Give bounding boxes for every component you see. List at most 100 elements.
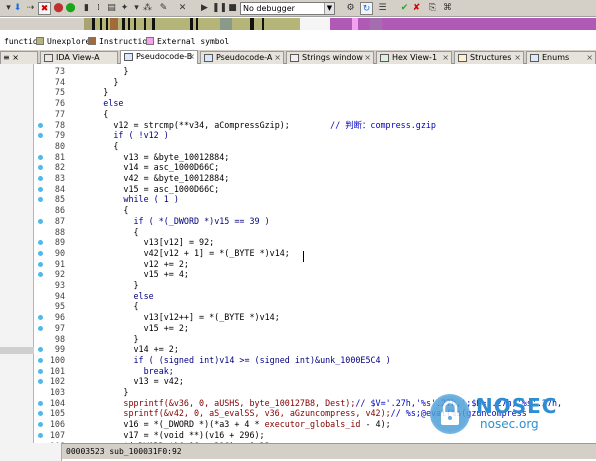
export-icon[interactable]: ⎘	[426, 2, 439, 15]
line-number: 73	[54, 66, 65, 76]
close-icon[interactable]: ×	[188, 51, 195, 63]
code-line[interactable]: 94 else	[43, 291, 596, 302]
list-icon[interactable]: ☰	[376, 2, 389, 15]
close-icon[interactable]: ×	[274, 52, 281, 64]
arrow-right-icon[interactable]: ⇢	[24, 2, 37, 15]
code-line[interactable]: 97 v15 += 2;	[43, 323, 596, 334]
navigation-band[interactable]	[0, 18, 596, 30]
line-number: 103	[49, 387, 65, 397]
graph-icon[interactable]: ⌘	[441, 2, 454, 15]
line-number: 74	[54, 76, 65, 87]
line-number: 100	[49, 354, 65, 365]
close-icon[interactable]: ×	[514, 52, 521, 64]
debugger-select[interactable]: No debugger ▼	[240, 2, 335, 15]
line-number: 76	[54, 98, 65, 109]
code-line[interactable]: 101 break;	[43, 366, 596, 377]
debug-options-icon[interactable]: ⚙	[344, 2, 357, 15]
code-line[interactable]: 95 {	[43, 301, 596, 312]
status-bar: 00003523 sub_100031F0:92	[62, 443, 596, 459]
code-line[interactable]: 84 v15 = asc_1000D66C;	[43, 184, 596, 195]
code-token: v13 = v42;	[133, 376, 184, 387]
breakpoint-gutter[interactable]	[35, 64, 43, 460]
line-number: 78	[54, 119, 65, 130]
stop-icon[interactable]: ✖	[38, 2, 51, 15]
code-line[interactable]: 98 }	[43, 334, 596, 345]
close-x-icon[interactable]: ✕	[176, 2, 189, 15]
tab-ida-view-a[interactable]: IDA View-A	[40, 51, 118, 64]
code-line[interactable]: 87 if ( *(_DWORD *)v15 == 39 )	[43, 216, 596, 227]
tab-enums[interactable]: Enums ×	[526, 51, 596, 64]
play-icon[interactable]: ▶	[198, 2, 211, 15]
code-line[interactable]: 74 }	[43, 77, 596, 88]
code-token: // 判断：compress.gzip	[330, 119, 436, 130]
code-line[interactable]: 85 while ( 1 )	[43, 194, 596, 205]
close-icon[interactable]: ×	[442, 52, 449, 64]
structures-icon	[458, 54, 467, 62]
line-number: 75	[54, 87, 65, 98]
code-line[interactable]: 102 v13 = v42;	[43, 376, 596, 387]
pseudocode-view[interactable]: 73 } 74 } 75 } 76 else 77 {78 v12 = strcmp(*…	[43, 64, 596, 443]
chart-icon[interactable]: ▤	[105, 2, 118, 15]
code-line[interactable]: 86 {	[43, 205, 596, 216]
status-left-panel	[0, 443, 62, 461]
code-line[interactable]: 93 }	[43, 280, 596, 291]
code-line[interactable]: 73 }	[43, 66, 596, 77]
code-line[interactable]: 81 v13 = &byte_10012884;	[43, 152, 596, 163]
code-line[interactable]: 88 {	[43, 227, 596, 238]
code-line[interactable]: 90 v42[v12 + 1] = *(_BYTE *)v14;	[43, 248, 596, 259]
pin-icon[interactable]: ✎	[157, 2, 170, 15]
code-token: v15 += 2;	[143, 322, 189, 333]
code-line[interactable]: 91 v12 += 2;	[43, 259, 596, 270]
stripes-icon[interactable]: ⁞	[92, 2, 105, 15]
selected-row[interactable]	[0, 347, 34, 354]
watermark-brand: NOSEC	[476, 394, 558, 418]
code-token: while ( 1 )	[123, 194, 179, 205]
close-icon[interactable]: ×	[364, 52, 371, 64]
node-icon[interactable]: ⁂	[141, 2, 154, 15]
tab-label: Pseudocode-A	[216, 53, 273, 62]
functions-panel[interactable]	[0, 64, 34, 443]
tab-pseudocode-b[interactable]: Pseudocode-B ×	[120, 50, 198, 64]
line-number: 95	[54, 301, 65, 312]
tab-strings-window[interactable]: Strings window ×	[286, 51, 374, 64]
code-token: }	[123, 387, 129, 397]
tab-overflow[interactable]: ≡ ×	[0, 51, 38, 64]
code-line[interactable]: 82 v14 = asc_1000D66C;	[43, 162, 596, 173]
cancel-icon[interactable]: ✘	[410, 2, 423, 15]
code-line[interactable]: 99 v14 += 2;	[43, 344, 596, 355]
code-line[interactable]: 96 v13[v12++] = *(_BYTE *)v14;	[43, 312, 596, 323]
code-line[interactable]: 100 if ( (signed int)v14 >= (signed int)…	[43, 355, 596, 366]
tab-structures[interactable]: Structures ×	[454, 51, 524, 64]
code-token: if ( !v12 )	[113, 130, 169, 141]
line-number: 84	[54, 183, 65, 194]
tab-pseudocode-a[interactable]: Pseudocode-A ×	[200, 51, 284, 64]
code-line[interactable]: 92 v15 += 4;	[43, 269, 596, 280]
green-run-icon[interactable]: ⬤	[64, 2, 77, 15]
stop-square-icon[interactable]: ■	[226, 2, 239, 15]
tab-hex-view-1[interactable]: Hex View-1 ×	[376, 51, 452, 64]
code-line[interactable]: 83 v42 = &byte_10012884;	[43, 173, 596, 184]
code-line[interactable]: 80 {	[43, 141, 596, 152]
code-line[interactable]: 89 v13[v12] = 92;	[43, 237, 596, 248]
line-number: 97	[54, 322, 65, 333]
code-line[interactable]: 75 }	[43, 87, 596, 98]
pause-icon[interactable]: ❚❚	[212, 2, 227, 15]
arrow-down-icon[interactable]: ⬇	[11, 2, 24, 15]
legend-item: Unexplored	[36, 36, 95, 48]
attach-icon[interactable]: ↻	[360, 2, 373, 15]
code-line[interactable]: 76 else	[43, 98, 596, 109]
code-line[interactable]: 77 {	[43, 109, 596, 120]
line-number: 80	[54, 140, 65, 151]
close-icon[interactable]: ×	[586, 52, 593, 64]
code-token: executor_globals_id	[264, 419, 361, 430]
code-line[interactable]: 79 if ( !v12 )	[43, 130, 596, 141]
code-line[interactable]: 78 v12 = strcmp(**v34, aCompressGzip); /…	[43, 120, 596, 131]
